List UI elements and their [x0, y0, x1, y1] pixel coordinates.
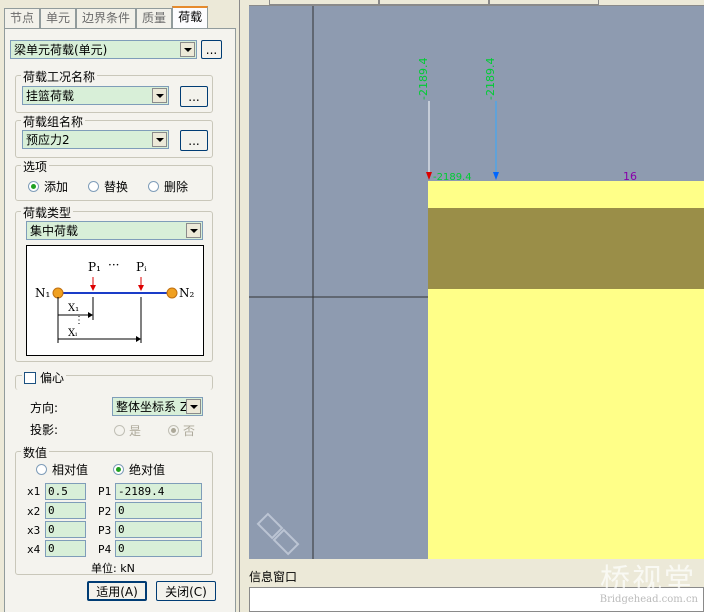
checkbox-icon[interactable]: [24, 371, 36, 384]
model-view-canvas[interactable]: -2189.4 -2189.4 -2189.4 16: [249, 6, 704, 559]
option-delete[interactable]: 删除: [148, 178, 188, 195]
p3-input[interactable]: 0: [115, 521, 202, 538]
projection-no-radio[interactable]: [168, 425, 179, 436]
x3-label: x3: [27, 524, 41, 537]
load-value-label-2: -2189.4: [484, 58, 497, 100]
diagram-xi-label: Xᵢ: [68, 328, 77, 339]
p4-label: P4: [98, 543, 112, 556]
diagram-dots: ···: [108, 258, 119, 272]
values-title: 数值: [21, 444, 50, 461]
x2-input[interactable]: 0: [45, 502, 86, 519]
chevron-down-icon[interactable]: [186, 223, 201, 238]
load-case-more-button[interactable]: ...: [180, 86, 208, 107]
element-load-type-value: 梁单元荷载(单元): [14, 43, 108, 57]
watermark-logo: 桥视堂: [600, 563, 696, 598]
tab-boundary[interactable]: 边界条件: [76, 8, 137, 28]
p3-label: P3: [98, 524, 112, 537]
absolute-value-radio[interactable]: [113, 464, 124, 475]
view-tab-3[interactable]: [489, 0, 599, 5]
beam-section-band: [428, 208, 704, 290]
relative-value-option[interactable]: 相对值: [36, 461, 88, 478]
unit-label: 单位: kN: [91, 562, 135, 575]
load-value-label-1: -2189.4: [417, 58, 430, 100]
x1-label: x1: [27, 485, 41, 498]
diagram-dots-vertical: ⋮: [74, 315, 84, 326]
load-group-select[interactable]: 预应力2: [22, 130, 169, 149]
option-add-radio[interactable]: [28, 181, 39, 192]
element-number-label: 16: [623, 170, 637, 183]
chevron-down-icon[interactable]: [152, 132, 167, 147]
projection-yes-label: 是: [129, 424, 142, 438]
concentrated-load-diagram: ⋮ N₁ N₂ P₁ ··· Pᵢ X₁ Xᵢ: [26, 245, 204, 356]
relative-value-radio[interactable]: [36, 464, 47, 475]
diagram-n1-label: N₁: [35, 286, 50, 300]
view-tab-1[interactable]: [269, 0, 379, 5]
option-add[interactable]: 添加: [28, 178, 68, 195]
option-add-label: 添加: [44, 180, 69, 194]
p2-input[interactable]: 0: [115, 502, 202, 519]
tab-node[interactable]: 节点: [4, 8, 41, 28]
projection-no[interactable]: 否: [168, 422, 195, 439]
option-replace-label: 替换: [104, 180, 129, 194]
load-type-select[interactable]: 集中荷载: [26, 221, 203, 240]
x4-label: x4: [27, 543, 41, 556]
absolute-value-label: 绝对值: [129, 463, 166, 477]
load-case-title: 荷载工况名称: [21, 68, 98, 85]
direction-select[interactable]: 整体坐标系 Z: [112, 397, 203, 416]
options-title: 选项: [21, 158, 50, 175]
info-window-title: 信息窗口: [249, 570, 298, 584]
x3-input[interactable]: 0: [45, 521, 86, 538]
projection-label: 投影:: [30, 423, 59, 437]
chevron-down-icon[interactable]: [180, 42, 195, 57]
x2-label: x2: [27, 505, 41, 518]
tab-strip: 节点 单元 边界条件 质量 荷载: [4, 6, 236, 28]
p1-input[interactable]: -2189.4: [115, 483, 202, 500]
tab-element[interactable]: 单元: [40, 8, 77, 28]
option-delete-label: 删除: [164, 180, 189, 194]
load-case-select[interactable]: 挂篮荷载: [22, 86, 169, 105]
chevron-down-icon[interactable]: [152, 88, 167, 103]
view-axis-icon[interactable]: [256, 512, 300, 556]
apply-button[interactable]: 适用(A): [87, 581, 147, 601]
diagram-n2-label: N₂: [179, 286, 195, 300]
element-load-type-more-button[interactable]: ...: [201, 40, 222, 59]
p4-input[interactable]: 0: [115, 540, 202, 557]
eccentric-label: 偏心: [40, 371, 65, 385]
diagram-x1-label: X₁: [68, 303, 79, 314]
projection-no-label: 否: [183, 424, 196, 438]
projection-yes[interactable]: 是: [114, 422, 141, 439]
x1-input[interactable]: 0.5: [45, 483, 86, 500]
eccentric-checkbox[interactable]: 偏心: [22, 369, 67, 386]
option-delete-radio[interactable]: [148, 181, 159, 192]
projection-yes-radio[interactable]: [114, 425, 125, 436]
p2-label: P2: [98, 505, 112, 518]
direction-label: 方向:: [30, 401, 59, 415]
p1-label: P1: [98, 485, 112, 498]
close-button[interactable]: 关闭(C): [156, 581, 216, 601]
absolute-value-option[interactable]: 绝对值: [113, 461, 165, 478]
direction-value: 整体坐标系 Z: [116, 400, 189, 414]
relative-value-label: 相对值: [52, 463, 89, 477]
view-tab-2[interactable]: [379, 0, 489, 5]
tab-load[interactable]: 荷载: [172, 6, 209, 28]
tab-mass[interactable]: 质量: [136, 8, 173, 28]
option-replace[interactable]: 替换: [88, 178, 128, 195]
load-group-value: 预应力2: [26, 133, 70, 147]
model-view-drawing: -2189.4 -2189.4 -2189.4 16: [249, 6, 704, 559]
chevron-down-icon[interactable]: [186, 399, 201, 414]
element-load-type-select[interactable]: 梁单元荷载(单元): [10, 40, 197, 59]
load-type-title: 荷载类型: [21, 204, 74, 221]
node-load-label: -2189.4: [433, 172, 472, 183]
load-case-value: 挂篮荷载: [26, 89, 75, 103]
diagram-pi-label: Pᵢ: [136, 260, 147, 274]
load-group-title: 荷载组名称: [21, 113, 86, 130]
x4-input[interactable]: 0: [45, 540, 86, 557]
option-replace-radio[interactable]: [88, 181, 99, 192]
load-group-more-button[interactable]: ...: [180, 130, 208, 151]
watermark-url: Bridgehead.com.cn: [599, 594, 698, 605]
diagram-p1-label: P₁: [88, 260, 101, 274]
load-type-value: 集中荷载: [30, 224, 79, 238]
